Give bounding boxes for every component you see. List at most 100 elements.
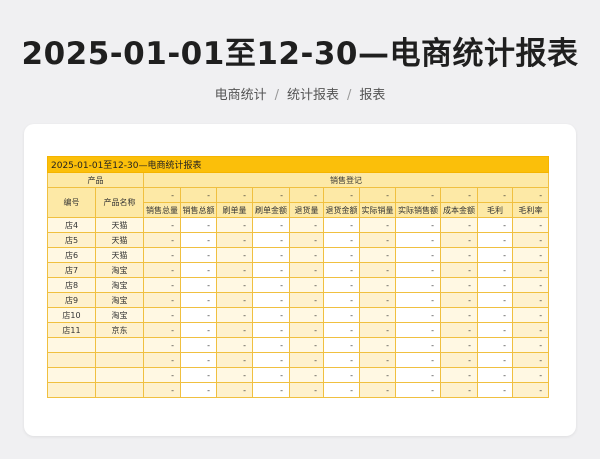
value-cell[interactable]: - — [216, 277, 253, 293]
store-id-cell[interactable]: 店6 — [47, 247, 96, 263]
value-cell[interactable]: - — [143, 262, 181, 278]
value-cell[interactable]: - — [511, 382, 550, 398]
value-cell[interactable]: - — [216, 352, 253, 368]
value-cell[interactable]: - — [395, 262, 441, 278]
value-cell[interactable]: - — [143, 217, 181, 233]
value-cell[interactable]: - — [180, 367, 217, 383]
platform-cell[interactable]: 淘宝 — [95, 307, 144, 323]
value-cell[interactable]: - — [359, 337, 396, 353]
value-cell[interactable]: - — [216, 262, 253, 278]
value-cell[interactable]: - — [359, 262, 396, 278]
value-cell[interactable]: - — [359, 232, 396, 248]
store-id-cell[interactable]: 店5 — [47, 232, 96, 248]
value-cell[interactable]: - — [143, 292, 181, 308]
value-cell[interactable]: - — [216, 247, 253, 263]
value-cell[interactable]: - — [180, 382, 217, 398]
value-cell[interactable]: - — [289, 277, 324, 293]
value-cell[interactable]: - — [180, 322, 217, 338]
platform-cell[interactable] — [95, 382, 144, 398]
value-cell[interactable]: - — [323, 277, 360, 293]
value-cell[interactable]: - — [289, 292, 324, 308]
value-cell[interactable]: - — [477, 382, 513, 398]
value-cell[interactable]: - — [359, 352, 396, 368]
value-cell[interactable]: - — [440, 277, 478, 293]
platform-cell[interactable] — [95, 367, 144, 383]
breadcrumb-item[interactable]: 电商统计 — [215, 88, 267, 103]
platform-cell[interactable]: 淘宝 — [95, 262, 144, 278]
value-cell[interactable]: - — [143, 322, 181, 338]
value-cell[interactable]: - — [252, 292, 290, 308]
store-id-cell[interactable]: 店10 — [47, 307, 96, 323]
value-cell[interactable]: - — [143, 382, 181, 398]
value-cell[interactable]: - — [359, 307, 396, 323]
value-cell[interactable]: - — [216, 232, 253, 248]
value-cell[interactable]: - — [511, 367, 550, 383]
value-cell[interactable]: - — [511, 247, 550, 263]
value-cell[interactable]: - — [252, 382, 290, 398]
header-total-cell[interactable]: - — [440, 187, 478, 203]
platform-cell[interactable]: 京东 — [95, 322, 144, 338]
value-cell[interactable]: - — [216, 307, 253, 323]
value-cell[interactable]: - — [359, 382, 396, 398]
value-cell[interactable]: - — [440, 217, 478, 233]
value-cell[interactable]: - — [511, 322, 550, 338]
value-cell[interactable]: - — [252, 232, 290, 248]
platform-cell[interactable]: 天猫 — [95, 232, 144, 248]
header-total-cell[interactable]: - — [252, 187, 290, 203]
value-cell[interactable]: - — [252, 337, 290, 353]
value-cell[interactable]: - — [289, 232, 324, 248]
value-cell[interactable]: - — [395, 292, 441, 308]
value-cell[interactable]: - — [395, 307, 441, 323]
value-cell[interactable]: - — [359, 247, 396, 263]
value-cell[interactable]: - — [323, 262, 360, 278]
value-cell[interactable]: - — [395, 232, 441, 248]
header-total-cell[interactable]: - — [216, 187, 253, 203]
value-cell[interactable]: - — [395, 277, 441, 293]
value-cell[interactable]: - — [143, 247, 181, 263]
value-cell[interactable]: - — [252, 217, 290, 233]
value-cell[interactable]: - — [440, 337, 478, 353]
value-cell[interactable]: - — [440, 247, 478, 263]
value-cell[interactable]: - — [477, 367, 513, 383]
value-cell[interactable]: - — [440, 307, 478, 323]
value-cell[interactable]: - — [395, 337, 441, 353]
value-cell[interactable]: - — [440, 352, 478, 368]
value-cell[interactable]: - — [289, 352, 324, 368]
value-cell[interactable]: - — [216, 382, 253, 398]
platform-cell[interactable] — [95, 337, 144, 353]
value-cell[interactable]: - — [440, 232, 478, 248]
value-cell[interactable]: - — [180, 307, 217, 323]
value-cell[interactable]: - — [477, 322, 513, 338]
value-cell[interactable]: - — [477, 352, 513, 368]
value-cell[interactable]: - — [143, 367, 181, 383]
value-cell[interactable]: - — [477, 247, 513, 263]
value-cell[interactable]: - — [289, 217, 324, 233]
value-cell[interactable]: - — [323, 322, 360, 338]
breadcrumb-item[interactable]: 报表 — [359, 88, 385, 103]
value-cell[interactable]: - — [180, 232, 217, 248]
value-cell[interactable]: - — [252, 367, 290, 383]
value-cell[interactable]: - — [477, 307, 513, 323]
value-cell[interactable]: - — [511, 292, 550, 308]
value-cell[interactable]: - — [477, 217, 513, 233]
value-cell[interactable]: - — [289, 367, 324, 383]
value-cell[interactable]: - — [289, 322, 324, 338]
value-cell[interactable]: - — [511, 337, 550, 353]
value-cell[interactable]: - — [216, 367, 253, 383]
value-cell[interactable]: - — [511, 277, 550, 293]
value-cell[interactable]: - — [511, 352, 550, 368]
value-cell[interactable]: - — [477, 337, 513, 353]
value-cell[interactable]: - — [323, 307, 360, 323]
value-cell[interactable]: - — [216, 337, 253, 353]
value-cell[interactable]: - — [143, 352, 181, 368]
value-cell[interactable]: - — [395, 382, 441, 398]
value-cell[interactable]: - — [289, 337, 324, 353]
value-cell[interactable]: - — [289, 382, 324, 398]
value-cell[interactable]: - — [252, 307, 290, 323]
platform-cell[interactable]: 淘宝 — [95, 277, 144, 293]
value-cell[interactable]: - — [216, 322, 253, 338]
header-total-cell[interactable]: - — [180, 187, 217, 203]
value-cell[interactable]: - — [395, 217, 441, 233]
platform-cell[interactable]: 天猫 — [95, 217, 144, 233]
value-cell[interactable]: - — [477, 232, 513, 248]
